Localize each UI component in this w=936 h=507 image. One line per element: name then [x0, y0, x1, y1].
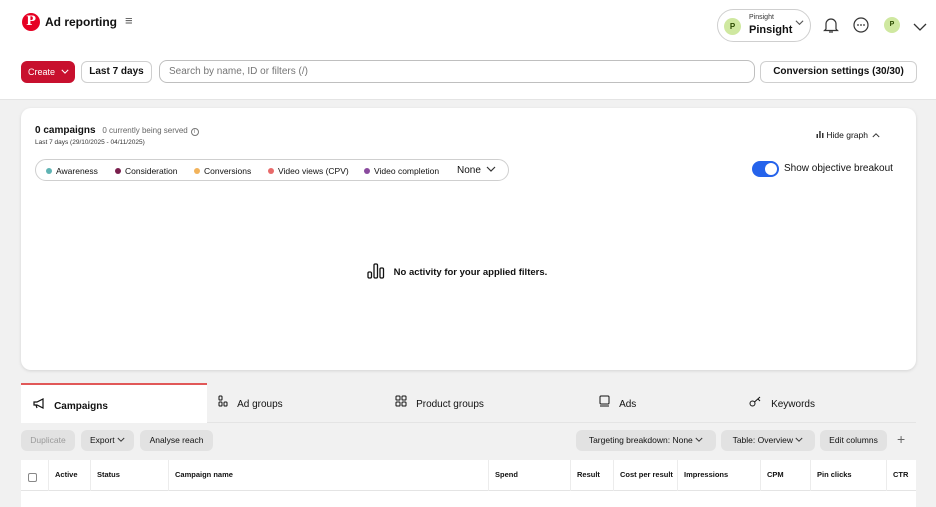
chevron-down-icon	[486, 165, 496, 176]
tab-campaigns[interactable]: Campaigns	[21, 383, 207, 423]
date-range-button[interactable]: Last 7 days	[81, 61, 152, 83]
hide-graph-label: Hide graph	[826, 130, 868, 140]
objective-label: Video completion	[374, 166, 440, 176]
tab-ad-groups[interactable]: Ad groups	[218, 383, 283, 423]
column-header[interactable]: Active	[48, 460, 90, 491]
chevron-down-icon	[60, 67, 69, 77]
targeting-label: Targeting breakdown: None	[588, 435, 693, 445]
tab-label: Product groups	[416, 399, 484, 410]
conversions-dot	[194, 168, 200, 174]
campaign-count: 0 campaigns	[35, 125, 96, 136]
ad-groups-icon	[218, 395, 231, 410]
search-input[interactable]	[159, 60, 755, 83]
objective-breakout-label: Show objective breakout	[784, 163, 893, 174]
chevron-down-icon	[117, 435, 125, 445]
bell-icon[interactable]	[823, 16, 839, 34]
bar-chart-icon	[816, 130, 826, 140]
toggle-knob	[765, 163, 777, 175]
chevron-down-icon	[695, 435, 703, 445]
table-view-select[interactable]: Table: Overview	[721, 430, 815, 451]
hide-graph-button[interactable]: Hide graph	[816, 130, 880, 140]
chevron-up-icon	[872, 130, 880, 140]
tab-product-groups[interactable]: Product groups	[395, 383, 484, 423]
column-header[interactable]: CTR	[886, 460, 916, 491]
objective-label: Awareness	[56, 166, 98, 176]
awareness-dot	[46, 168, 52, 174]
column-header[interactable]: Spend	[488, 460, 570, 491]
column-header[interactable]: Campaign name	[168, 460, 488, 491]
hamburger-icon[interactable]: ≡	[125, 13, 133, 28]
targeting-breakdown-select[interactable]: Targeting breakdown: None	[576, 430, 716, 451]
date-range-label: Last 7 days (29/10/2025 - 04/11/2025)	[35, 139, 145, 146]
objective-breakout-toggle[interactable]	[752, 161, 779, 177]
objective-label: Conversions	[204, 166, 252, 176]
account-switcher[interactable]: P Pinsight Pinsight	[717, 9, 811, 42]
tab-label: Ads	[619, 399, 637, 410]
duplicate-button[interactable]: Duplicate	[21, 430, 75, 451]
objective-filter[interactable]: Awareness Consideration Conversions Vide…	[35, 159, 509, 181]
bar-chart-icon	[367, 263, 385, 282]
export-button[interactable]: Export	[81, 430, 134, 451]
export-label: Export	[90, 435, 115, 445]
consideration-dot	[115, 168, 121, 174]
chevron-down-icon[interactable]	[913, 19, 927, 31]
tab-keywords[interactable]: Keywords	[749, 383, 815, 423]
add-icon[interactable]: +	[897, 431, 905, 447]
objective-conversions[interactable]: Conversions	[194, 166, 251, 176]
campaigns-table: Active Status Campaign name Spend Result…	[21, 460, 916, 507]
entity-tabs: Campaigns Ad groups Product groups Ads K…	[21, 383, 916, 423]
column-header[interactable]: Cost per result	[613, 460, 677, 491]
served-count: 0 currently being served	[102, 126, 188, 135]
account-avatar: P	[724, 18, 741, 35]
conversion-settings-button[interactable]: Conversion settings (30/30)	[760, 61, 917, 83]
campaign-summary: 0 campaigns 0 currently being served i	[35, 125, 199, 136]
key-icon	[749, 396, 765, 410]
account-label-small: Pinsight	[749, 14, 774, 21]
table-view-label: Table: Overview	[732, 435, 794, 445]
video-completion-dot	[364, 168, 370, 174]
objective-label: Consideration	[125, 166, 178, 176]
top-bar: P Ad reporting ≡ P Pinsight Pinsight P C…	[0, 0, 936, 100]
pinterest-logo[interactable]: P	[22, 13, 40, 31]
megaphone-icon	[33, 398, 48, 412]
none-select[interactable]: None	[457, 165, 496, 176]
column-header[interactable]: CPM	[760, 460, 810, 491]
profile-avatar[interactable]: P	[884, 17, 900, 33]
app-title: Ad reporting	[45, 15, 117, 29]
edit-columns-button[interactable]: Edit columns	[820, 430, 887, 451]
column-header[interactable]: Pin clicks	[810, 460, 886, 491]
column-header[interactable]: Impressions	[677, 460, 760, 491]
grid-icon	[395, 395, 410, 410]
chat-icon[interactable]	[852, 16, 870, 34]
create-label: Create	[28, 67, 56, 77]
objective-label: Video views (CPV)	[278, 166, 349, 176]
summary-card: 0 campaigns 0 currently being served i L…	[21, 108, 916, 370]
column-header[interactable]: Result	[570, 460, 613, 491]
objective-consideration[interactable]: Consideration	[115, 166, 177, 176]
video-views-dot	[268, 168, 274, 174]
table-header: Active Status Campaign name Spend Result…	[21, 460, 916, 491]
empty-message: No activity for your applied filters.	[393, 267, 548, 278]
create-button[interactable]: Create	[21, 61, 75, 83]
ad-icon	[599, 395, 613, 410]
select-all-checkbox[interactable]	[28, 473, 37, 482]
chevron-down-icon	[795, 18, 804, 30]
empty-state: No activity for your applied filters.	[367, 263, 547, 282]
chevron-down-icon	[795, 435, 803, 445]
column-header[interactable]: Status	[90, 460, 168, 491]
tab-ads[interactable]: Ads	[599, 383, 636, 423]
objective-video-completion[interactable]: Video completion	[364, 166, 439, 176]
account-label-main: Pinsight	[749, 24, 793, 36]
tab-label: Campaigns	[54, 401, 108, 412]
tab-label: Keywords	[771, 399, 815, 410]
tab-label: Ad groups	[237, 399, 283, 410]
objective-awareness[interactable]: Awareness	[46, 166, 98, 176]
info-icon[interactable]: i	[190, 128, 199, 136]
objective-video-views[interactable]: Video views (CPV)	[268, 166, 349, 176]
none-label: None	[457, 165, 481, 176]
analyse-reach-button[interactable]: Analyse reach	[140, 430, 213, 451]
